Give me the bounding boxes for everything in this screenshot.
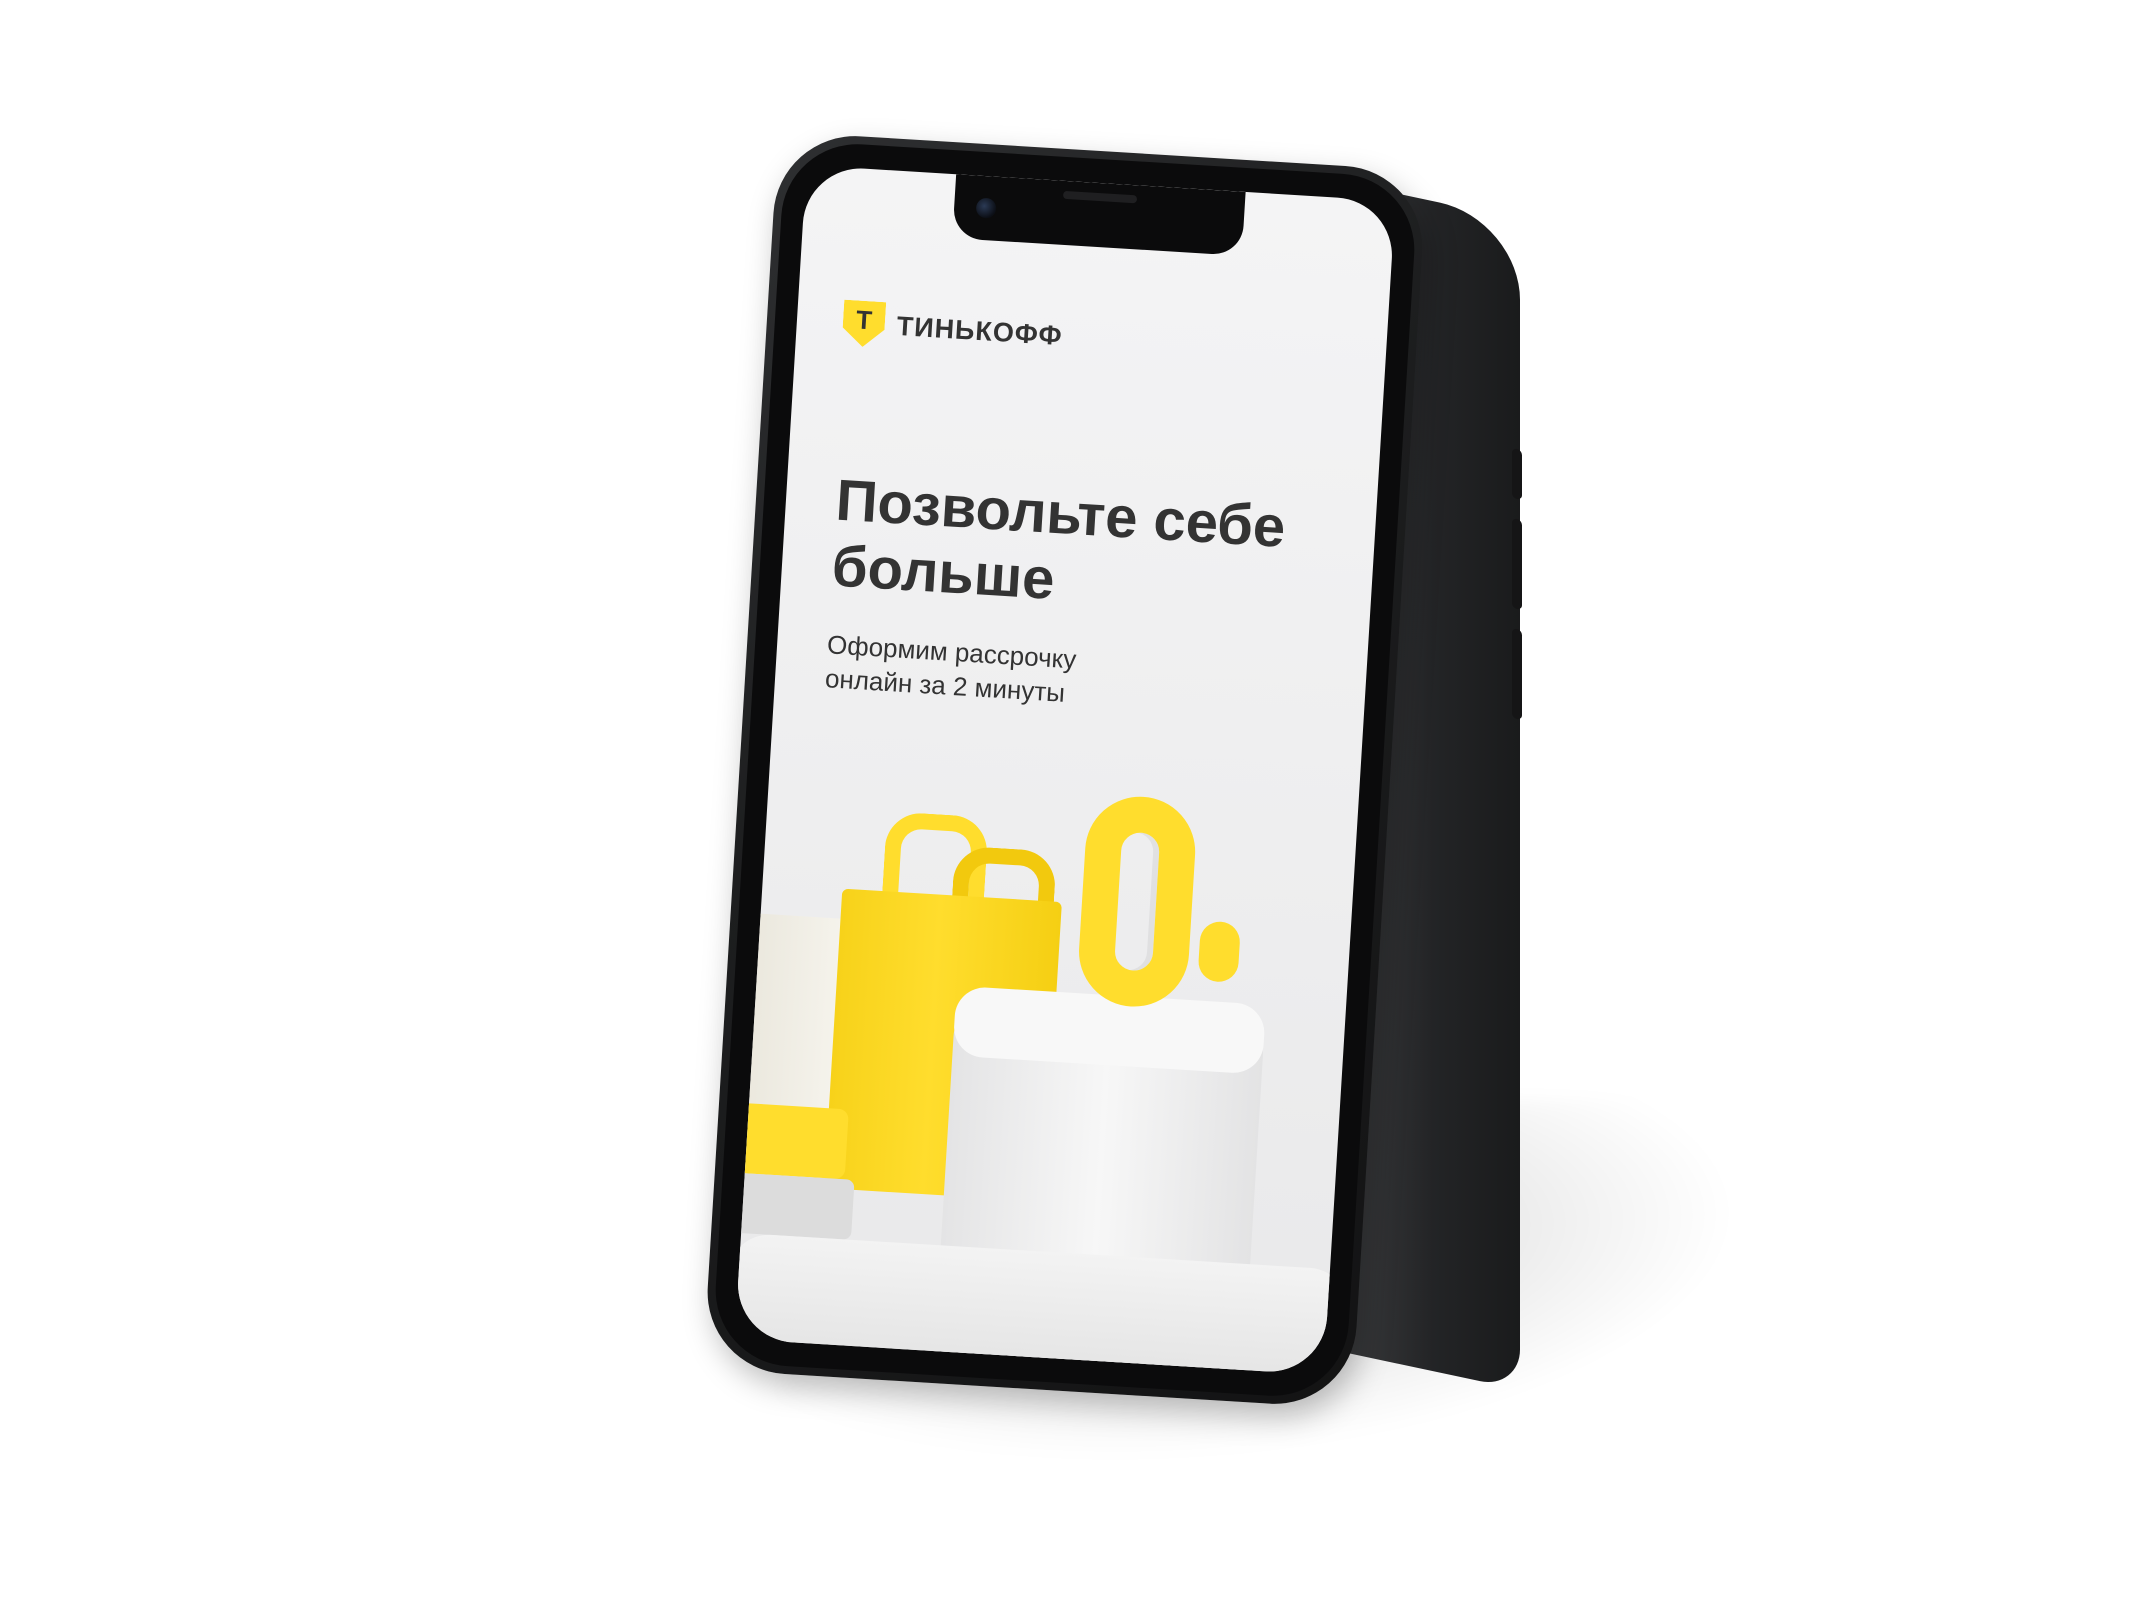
grey-block [734, 1172, 855, 1240]
front-phone: Т ТИНЬКОФФ Позвольте себе больше Оформим… [702, 131, 1428, 1409]
logo-letter: Т [855, 304, 873, 336]
zero-percent-icon [1075, 793, 1199, 1010]
volume-button [1512, 517, 1522, 611]
volume-button [1512, 447, 1522, 501]
camera-icon [975, 197, 997, 219]
volume-button [1512, 627, 1522, 721]
promo-headline: Позвольте себе больше [830, 468, 1357, 631]
brand-name: ТИНЬКОФФ [895, 310, 1064, 351]
promo-subtitle: Оформим рассрочку онлайн за 2 минуты [824, 627, 1247, 721]
speaker-grille [1062, 190, 1138, 204]
percent-dot [1197, 920, 1241, 983]
yellow-block [734, 1102, 849, 1180]
promo-illustration [734, 764, 1359, 1375]
phone-screen: Т ТИНЬКОФФ Позвольте себе больше Оформим… [734, 165, 1396, 1375]
phone-mockup-scene: Т ТИНЬКОФФ Позвольте себе больше Оформим… [0, 0, 2140, 1606]
shield-logo-icon: Т [841, 300, 886, 348]
brand-logo: Т ТИНЬКОФФ [841, 300, 1063, 359]
